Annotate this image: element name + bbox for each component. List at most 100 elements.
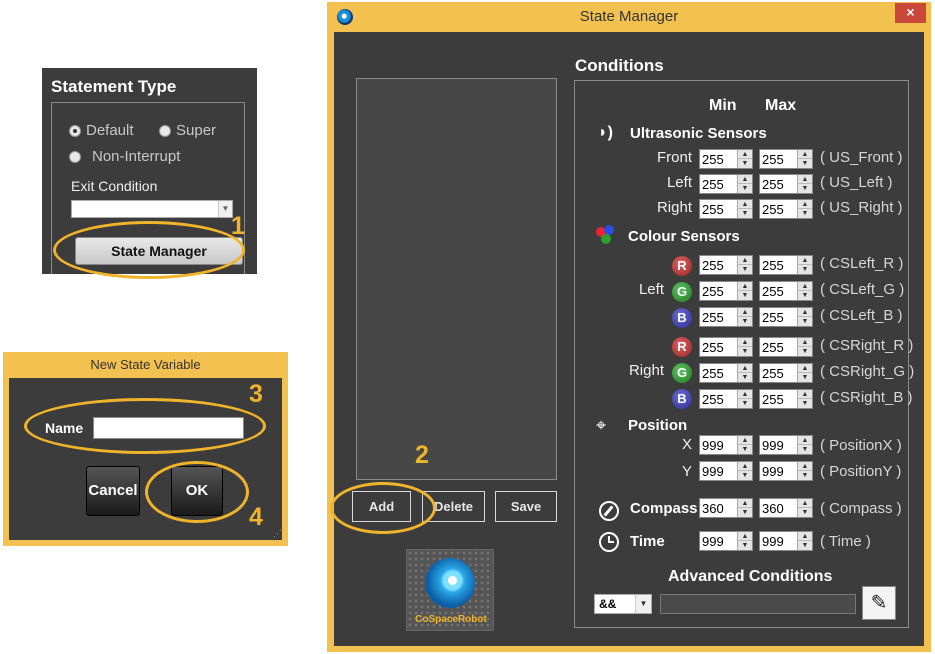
cs-left-r-tag: ( CSLeft_R ) (820, 255, 904, 272)
chevron-down-icon: ▼ (635, 595, 651, 613)
operator-select[interactable]: && ▼ (594, 594, 652, 614)
colour-sensors-icon (596, 225, 618, 247)
compass-icon (599, 501, 619, 521)
us-right-min[interactable]: 255 ▲ ▼ (699, 199, 753, 219)
cs-right-b-max[interactable]: 255 ▲ ▼ (759, 389, 813, 409)
cs-left-b-min[interactable]: 255 ▲ ▼ (699, 307, 753, 327)
advanced-expression-input[interactable] (660, 594, 856, 614)
cs-right-g-max[interactable]: 255 ▲ ▼ (759, 363, 813, 383)
cancel-button[interactable]: Cancel (86, 466, 140, 516)
exit-condition-select[interactable]: ▼ (71, 200, 233, 218)
cs-left-b-tag: ( CSLeft_B ) (820, 307, 903, 324)
window-title: State Manager (579, 8, 679, 25)
cs-right-r-max[interactable]: 255 ▲ ▼ (759, 337, 813, 357)
pos-x-tag: ( PositionX ) (820, 437, 902, 454)
clock-icon (599, 532, 619, 552)
conditions-title: Conditions (575, 56, 664, 75)
cs-right-b-tag: ( CSRight_B ) (820, 389, 913, 406)
us-front-label: Front (656, 149, 692, 166)
exit-condition-label: Exit Condition (71, 178, 158, 194)
statement-type-title: Statement Type (51, 77, 177, 96)
us-front-tag: ( US_Front ) (820, 149, 903, 166)
logo-text: CoSpaceRobot (415, 614, 487, 625)
highlight-ok-button (145, 461, 249, 523)
pos-x-max[interactable]: 999 ▲ ▼ (759, 435, 813, 455)
cs-right-g-ball: G (672, 363, 692, 383)
min-header: Min (709, 97, 737, 114)
advanced-conditions-title: Advanced Conditions (668, 568, 833, 585)
cs-right-r-ball: R (672, 337, 692, 357)
chevron-down-icon: ▼ (218, 201, 232, 217)
us-left-label: Left (666, 174, 692, 191)
pos-x-label: X (681, 436, 692, 453)
radio-default[interactable] (69, 125, 81, 137)
close-button[interactable]: × (895, 3, 926, 23)
window-titlebar: State Manager × (327, 2, 931, 32)
time-tag: ( Time ) (820, 533, 871, 550)
us-right-tag: ( US_Right ) (820, 199, 903, 216)
cs-left-r-ball: R (672, 256, 692, 276)
pos-y-max[interactable]: 999 ▲ ▼ (759, 461, 813, 481)
max-header: Max (765, 97, 797, 114)
radio-non-interrupt[interactable] (69, 151, 81, 163)
callout-3: 3 (249, 380, 263, 408)
radio-super-label: Super (176, 122, 217, 139)
cospacerobot-logo: CoSpaceRobot (406, 549, 494, 631)
us-right-label: Right (656, 199, 692, 216)
position-title: Position (628, 417, 688, 434)
compass-title: Compass (630, 500, 698, 517)
us-right-max[interactable]: 255 ▲ ▼ (759, 199, 813, 219)
time-max[interactable]: 999 ▲ ▼ (759, 531, 813, 551)
colour-sensors-title: Colour Sensors (628, 228, 740, 245)
resize-grip-icon[interactable]: ⋰ (273, 528, 282, 539)
cs-right-g-tag: ( CSRight_G ) (820, 363, 915, 380)
cs-left-g-min[interactable]: 255 ▲ ▼ (699, 281, 753, 301)
us-left-max[interactable]: 255 ▲ ▼ (759, 174, 813, 194)
pos-y-label: Y (681, 463, 692, 480)
time-min[interactable]: 999 ▲ ▼ (699, 531, 753, 551)
state-manager-window: State Manager × Add Delete Save CoSpaceR… (327, 2, 931, 652)
callout-2: 2 (415, 441, 429, 469)
cs-left-r-max[interactable]: 255 ▲ ▼ (759, 255, 813, 275)
edit-expression-icon[interactable]: ✎ (862, 586, 896, 620)
cs-left-g-max[interactable]: 255 ▲ ▼ (759, 281, 813, 301)
location-pin-icon: ⌖ (596, 415, 607, 435)
cs-left-g-tag: ( CSLeft_G ) (820, 281, 905, 298)
us-left-min[interactable]: 255 ▲ ▼ (699, 174, 753, 194)
us-front-min[interactable]: 255 ▲ ▼ (699, 149, 753, 169)
time-title: Time (630, 533, 665, 550)
cs-right-b-ball: B (672, 389, 692, 409)
callout-1: 1 (231, 212, 245, 240)
pos-x-min[interactable]: 999 ▲ ▼ (699, 435, 753, 455)
window-client: Add Delete Save CoSpaceRobot Conditions … (334, 32, 924, 646)
save-button[interactable]: Save (495, 491, 557, 522)
state-list[interactable] (356, 78, 557, 480)
radio-non-interrupt-label: Non-Interrupt (92, 148, 181, 165)
cs-right-b-min[interactable]: 255 ▲ ▼ (699, 389, 753, 409)
cs-right-r-min[interactable]: 255 ▲ ▼ (699, 337, 753, 357)
pos-y-min[interactable]: 999 ▲ ▼ (699, 461, 753, 481)
radio-super[interactable] (159, 125, 171, 137)
highlight-state-manager-button (53, 221, 245, 279)
cs-left-r-min[interactable]: 255 ▲ ▼ (699, 255, 753, 275)
cs-left-b-max[interactable]: 255 ▲ ▼ (759, 307, 813, 327)
cs-right-r-tag: ( CSRight_R ) (820, 337, 914, 354)
compass-max[interactable]: 360 ▲ ▼ (759, 498, 813, 518)
us-left-tag: ( US_Left ) (820, 174, 893, 191)
ultrasonic-title: Ultrasonic Sensors (630, 125, 767, 142)
pos-y-tag: ( PositionY ) (820, 463, 902, 480)
cs-right-label: Right (628, 362, 664, 379)
compass-min[interactable]: 360 ▲ ▼ (699, 498, 753, 518)
compass-tag: ( Compass ) (820, 500, 902, 517)
cs-left-g-ball: G (672, 282, 692, 302)
dialog-title: New State Variable (90, 357, 201, 372)
callout-4: 4 (249, 503, 263, 531)
highlight-add-button (330, 482, 436, 534)
cs-right-g-min[interactable]: 255 ▲ ▼ (699, 363, 753, 383)
cs-left-b-ball: B (672, 308, 692, 328)
cs-left-label: Left (638, 281, 664, 298)
robot-eye-icon (425, 558, 475, 608)
radio-default-label: Default (86, 122, 134, 139)
us-front-max[interactable]: 255 ▲ ▼ (759, 149, 813, 169)
highlight-name-field (24, 398, 266, 454)
